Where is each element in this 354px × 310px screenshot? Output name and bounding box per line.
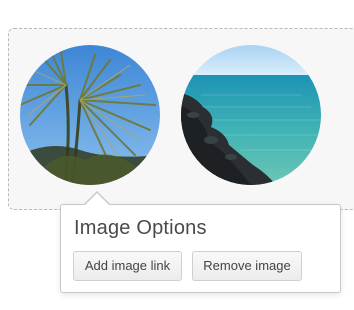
palm-image-thumbnail[interactable] <box>20 45 160 185</box>
sea-image-thumbnail[interactable] <box>181 45 321 185</box>
popover-arrow <box>85 193 109 205</box>
popover-title: Image Options <box>74 217 207 239</box>
sea-image <box>181 45 321 185</box>
add-image-link-button[interactable]: Add image link <box>73 251 182 281</box>
image-options-popover: Image Options Add image link Remove imag… <box>60 204 341 293</box>
editor-stage: Image Options Add image link Remove imag… <box>0 0 354 310</box>
palm-image <box>20 45 160 185</box>
remove-image-button[interactable]: Remove image <box>192 251 302 281</box>
